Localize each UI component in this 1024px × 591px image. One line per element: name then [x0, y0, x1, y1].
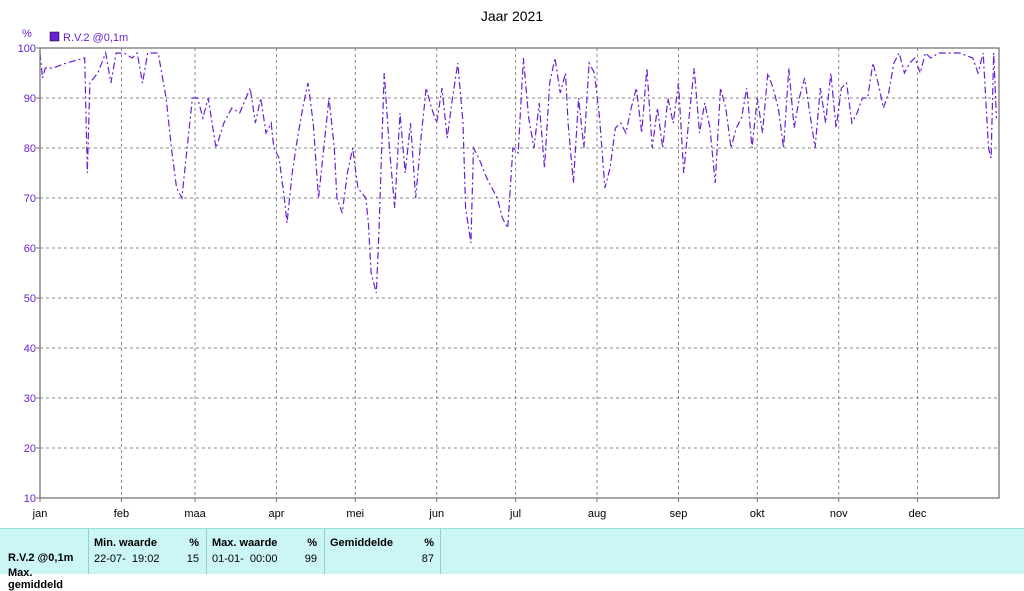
y-tick-label: 40 — [24, 343, 36, 355]
plot-frame — [39, 47, 1000, 499]
x-tick-label: feb — [114, 508, 129, 520]
x-tick-label: maa — [184, 508, 206, 520]
grid — [36, 47, 999, 502]
y-tick-label: 60 — [24, 243, 36, 255]
x-tick-label: jun — [428, 508, 444, 520]
min-value: 15 — [186, 553, 199, 565]
y-tick-label: 30 — [24, 393, 36, 405]
x-tick-label: sep — [670, 508, 688, 520]
y-tick-label: 70 — [24, 193, 36, 205]
x-tick-label: jan — [32, 508, 48, 520]
legend-label: R.V.2 @0,1m — [63, 32, 128, 44]
min-unit: % — [189, 537, 199, 549]
stats-max-cell: Max. waarde % 01-01- 00:00 99 — [206, 529, 325, 574]
max-value: 99 — [304, 553, 317, 565]
avg-value: 87 — [421, 553, 434, 565]
x-tick-label: aug — [588, 508, 606, 520]
stats-series-label: R.V.2 @0,1m — [8, 552, 74, 564]
y-tick-label: 80 — [24, 143, 36, 155]
y-ticks: 10 20 30 40 50 60 70 80 90 100 — [18, 43, 36, 505]
min-time: 22-07- 19:02 — [94, 553, 160, 565]
stats-series-cell: R.V.2 @0,1m Max. gemiddeld — [0, 529, 89, 591]
x-tick-label: nov — [830, 508, 848, 520]
avg-unit: % — [424, 537, 434, 549]
y-tick-label: 20 — [24, 443, 36, 455]
max-unit: % — [307, 537, 317, 549]
max-header: Max. waarde — [212, 537, 278, 549]
y-tick-label: 100 — [18, 43, 36, 55]
y-axis-unit: % — [22, 28, 32, 40]
x-tick-label: jul — [509, 508, 521, 520]
stats-panel: R.V.2 @0,1m Max. gemiddeld Min. waarde %… — [0, 528, 1024, 591]
x-tick-label: dec — [909, 508, 927, 520]
legend-swatch — [49, 31, 60, 42]
max-time: 01-01- 00:00 — [212, 553, 278, 565]
stats-avg-cell: Gemiddelde % 87 — [324, 529, 441, 574]
x-tick-label: okt — [750, 508, 765, 520]
min-header: Min. waarde — [94, 537, 157, 549]
chart: Jaar 2021 % R.V.2 @0,1m 10 20 30 40 50 60 70 80… — [18, 8, 1000, 520]
chart-title: Jaar 2021 — [481, 8, 543, 24]
stats-min-cell: Min. waarde % 22-07- 19:02 15 — [88, 529, 207, 574]
x-ticks: jan feb maa apr mei jun jul aug sep okt nov dec — [32, 508, 927, 520]
series-line — [39, 50, 997, 294]
stats-second-label: Max. gemiddeld — [8, 567, 64, 591]
series-line-rv2 — [39, 50, 997, 294]
avg-header: Gemiddelde — [330, 537, 393, 549]
y-tick-label: 10 — [24, 493, 36, 505]
y-tick-label: 90 — [24, 93, 36, 105]
x-tick-label: mei — [346, 508, 364, 520]
y-tick-label: 50 — [24, 293, 36, 305]
x-tick-label: apr — [269, 508, 285, 520]
